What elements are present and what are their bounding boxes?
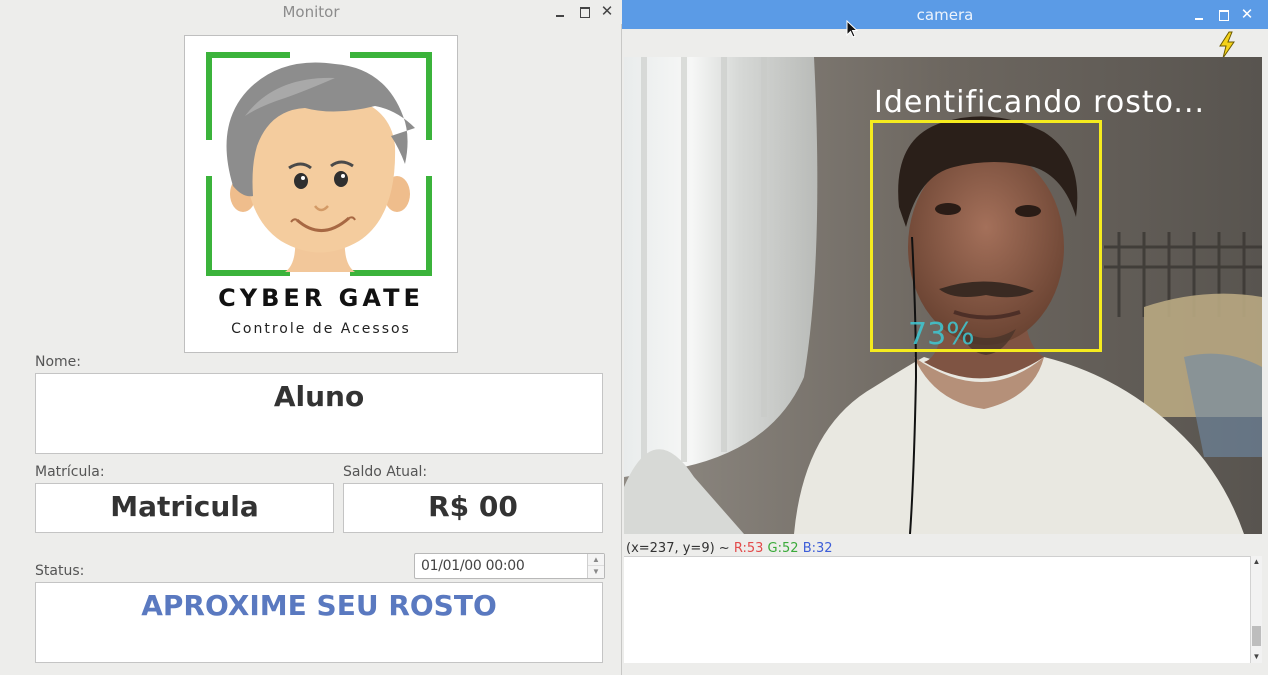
maximize-icon[interactable] [1215,5,1231,23]
matricula-field: Matricula [35,483,334,533]
camera-window: camera ✕ Identificando rosto... 73% (x=2… [622,0,1268,675]
close-icon[interactable]: ✕ [1239,5,1255,23]
face-detection-caption: Identificando rosto... [874,85,1206,120]
camera-titlebar[interactable]: camera ✕ [622,0,1268,29]
camera-status-bar: (x=237, y=9) ~ R:53 G:52 B:32 [624,534,1262,556]
camera-log-scrollbar[interactable]: ▲ ▼ [1250,556,1262,663]
nome-label: Nome: [35,354,82,370]
scroll-down-icon[interactable]: ▼ [1251,651,1262,662]
face-detection-box [870,120,1102,352]
avatar-logo-icon [206,52,432,276]
monitor-title: Monitor [282,3,340,21]
datetime-spin-buttons[interactable]: ▲ ▼ [587,554,604,578]
logo-name: CYBER GATE [218,284,424,312]
minimize-icon[interactable] [1191,5,1207,23]
pixel-green-value: G:52 [767,541,799,556]
close-icon[interactable]: ✕ [599,2,615,20]
confidence-label: 73% [908,317,975,352]
pixel-blue-value: B:32 [802,541,833,556]
cursor-coords: (x=237, y=9) ~ [626,541,730,556]
camera-log-area[interactable] [624,556,1250,663]
lightning-icon[interactable] [1216,31,1238,59]
minimize-icon[interactable] [552,2,568,20]
datetime-value[interactable]: 01/01/00 00:00 [421,558,525,574]
camera-toolbar [622,29,1268,59]
datetime-spinbox[interactable]: 01/01/00 00:00 ▲ ▼ [414,553,605,579]
nome-field: Aluno [35,373,603,454]
matricula-label: Matrícula: [35,464,105,480]
camera-title: camera [916,6,974,24]
saldo-field: R$ 00 [343,483,603,533]
scroll-up-icon[interactable]: ▲ [1251,556,1262,567]
logo-tagline: Controle de Acessos [231,321,411,337]
monitor-titlebar[interactable]: Monitor ✕ [0,0,622,24]
spin-up-icon[interactable]: ▲ [588,554,604,566]
spin-down-icon[interactable]: ▼ [588,566,604,578]
status-field: APROXIME SEU ROSTO [35,582,603,663]
camera-feed[interactable]: Identificando rosto... 73% [624,57,1262,534]
scroll-thumb[interactable] [1252,626,1261,646]
cyber-gate-logo: CYBER GATE Controle de Acessos [184,35,458,353]
maximize-icon[interactable] [576,2,592,20]
status-label: Status: [35,563,85,579]
monitor-window: Monitor ✕ CYBER GATE Controle de Acessos… [0,0,622,675]
saldo-label: Saldo Atual: [343,464,428,480]
pixel-red-value: R:53 [733,541,764,556]
